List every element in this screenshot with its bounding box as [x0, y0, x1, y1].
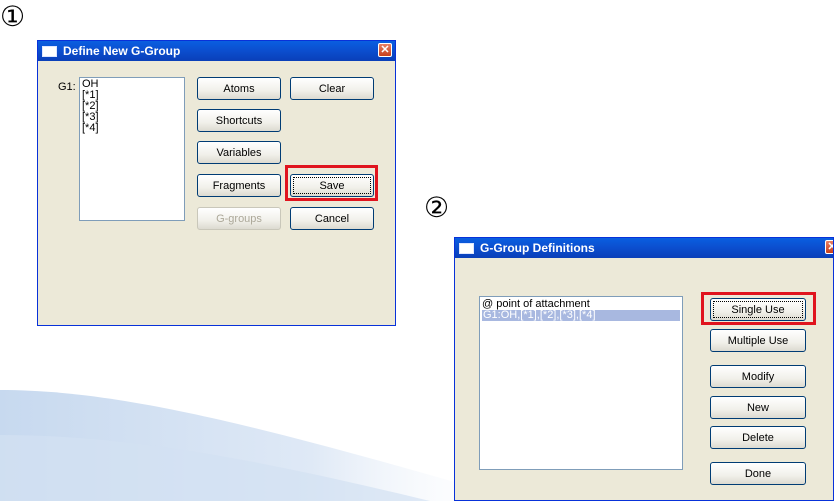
new-button[interactable]: New — [710, 396, 806, 419]
done-button[interactable]: Done — [710, 462, 806, 485]
background-swoosh — [0, 390, 520, 501]
close-button[interactable]: ✕ — [378, 43, 392, 57]
step-number-1: ① — [0, 0, 26, 33]
window-icon — [459, 242, 474, 254]
fragments-button[interactable]: Fragments — [197, 174, 281, 197]
multiple-use-button[interactable]: Multiple Use — [710, 329, 806, 352]
cancel-button[interactable]: Cancel — [290, 207, 374, 230]
save-button[interactable]: Save — [290, 174, 374, 197]
list-item-selected[interactable]: G1:OH,[*1],[*2],[*3],[*4] — [482, 310, 680, 321]
g-groups-button: G-groups — [197, 207, 281, 230]
dialog-title: G-Group Definitions — [480, 241, 595, 255]
group-label: G1: — [58, 81, 76, 93]
define-new-g-group-dialog: Define New G-Group ✕ G1: OH [*1] [*2] [*… — [37, 40, 396, 326]
dialog-title: Define New G-Group — [63, 44, 181, 58]
variables-button[interactable]: Variables — [197, 141, 281, 164]
shortcuts-button[interactable]: Shortcuts — [197, 109, 281, 132]
step-number-2: ② — [424, 191, 450, 224]
g-group-definitions-list[interactable]: @ point of attachment G1:OH,[*1],[*2],[*… — [479, 296, 683, 470]
close-button[interactable]: ✕ — [825, 240, 833, 254]
titlebar: G-Group Definitions — [455, 238, 833, 258]
group-definition-textbox[interactable]: OH [*1] [*2] [*3] [*4] — [79, 77, 185, 221]
single-use-button[interactable]: Single Use — [710, 298, 806, 321]
clear-button[interactable]: Clear — [290, 77, 374, 100]
delete-button[interactable]: Delete — [710, 426, 806, 449]
window-icon — [42, 45, 57, 57]
atoms-button[interactable]: Atoms — [197, 77, 281, 100]
g-group-definitions-dialog: G-Group Definitions ✕ @ point of attachm… — [454, 237, 834, 501]
titlebar: Define New G-Group — [38, 41, 395, 61]
modify-button[interactable]: Modify — [710, 365, 806, 388]
list-item: [*4] — [82, 122, 99, 134]
